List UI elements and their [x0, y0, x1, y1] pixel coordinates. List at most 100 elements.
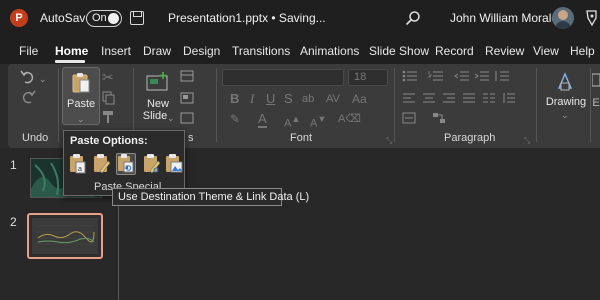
reset-icon[interactable] [180, 92, 194, 104]
autosave-label: AutoSave [40, 11, 93, 25]
new-slide-dropdown-chevron-icon[interactable]: ⌄ [167, 111, 175, 125]
tab-review[interactable]: Review [485, 44, 524, 58]
active-tab-indicator [55, 60, 85, 63]
new-slide-label: New [146, 98, 169, 110]
slide-number-2: 2 [10, 215, 17, 229]
increase-indent-icon[interactable] [474, 70, 490, 82]
autosave-toggle[interactable]: On [86, 10, 122, 27]
font-name-dropdown[interactable] [222, 69, 344, 86]
use-destination-theme-link-data-icon[interactable]: a [116, 153, 136, 175]
undo-dropdown-chevron-icon[interactable]: ⌄ [39, 72, 47, 86]
cut-icon[interactable]: ✂ [102, 70, 114, 84]
section-icon[interactable] [180, 112, 194, 124]
text-direction-icon[interactable] [502, 92, 516, 104]
ribbon-tabs: File Home Insert Draw Design Transitions… [0, 38, 600, 64]
font-size-dropdown[interactable]: 18 [348, 69, 388, 86]
tooltip: Use Destination Theme & Link Data (L) [112, 188, 309, 206]
line-spacing-icon[interactable] [494, 70, 510, 82]
tab-view[interactable]: View [533, 44, 559, 58]
font-dialog-launcher-icon[interactable]: ⤡ [386, 134, 392, 148]
save-icon[interactable] [130, 11, 144, 25]
format-painter-icon[interactable] [102, 110, 116, 124]
tab-home[interactable]: Home [55, 44, 88, 58]
tab-file[interactable]: File [19, 44, 38, 58]
justify-icon[interactable] [462, 92, 476, 104]
keep-source-formatting-paste-icon[interactable] [92, 153, 112, 175]
columns-icon[interactable] [482, 92, 496, 104]
change-case-icon[interactable]: Aa [352, 92, 367, 106]
document-title[interactable]: Presentation1.pptx • Saving... [168, 11, 326, 25]
align-center-icon[interactable] [422, 92, 436, 104]
character-spacing-icon[interactable]: AV [326, 92, 340, 106]
drawing-dropdown-chevron-icon[interactable]: ⌄ [561, 108, 569, 122]
tab-help[interactable]: Help [570, 44, 595, 58]
undo-group-label: Undo [22, 132, 49, 144]
clipboard-icon [71, 72, 91, 94]
avatar[interactable] [552, 7, 574, 29]
powerpoint-logo-icon: P [10, 9, 28, 27]
highlight-icon[interactable]: ✎ [230, 112, 240, 126]
strikethrough-icon[interactable]: S [284, 92, 293, 106]
bold-icon[interactable]: B [230, 92, 239, 106]
new-slide-icon[interactable] [146, 72, 170, 92]
slide-thumbnail-2[interactable] [27, 213, 103, 259]
drawing-shapes-icon[interactable] [556, 72, 574, 92]
tab-animations[interactable]: Animations [300, 44, 359, 58]
underline-icon[interactable]: U [266, 92, 275, 106]
tab-draw[interactable]: Draw [143, 44, 171, 58]
clear-formatting-icon[interactable]: A⌫ [338, 112, 361, 126]
ribbon-divider [536, 68, 537, 142]
ribbon-divider [590, 68, 591, 142]
layout-icon[interactable] [180, 70, 194, 82]
smartart-icon[interactable] [432, 112, 446, 124]
decrease-font-icon[interactable]: A▼ [310, 112, 326, 131]
ribbon-divider [216, 68, 217, 142]
tab-design[interactable]: Design [183, 44, 220, 58]
pen-icon[interactable] [584, 9, 600, 27]
numbering-icon[interactable] [428, 70, 446, 82]
slide-2-preview [32, 218, 98, 254]
slide-number-1: 1 [10, 158, 17, 172]
shadow-icon[interactable]: ab [302, 92, 314, 106]
redo-icon[interactable] [20, 90, 36, 104]
copy-icon[interactable] [102, 91, 116, 105]
align-left-icon[interactable] [402, 92, 416, 104]
paste-label: Paste [67, 98, 96, 110]
use-destination-theme-paste-icon[interactable]: a [68, 153, 88, 175]
ribbon-divider [394, 68, 395, 142]
new-slide-label-2: Slide [142, 110, 168, 122]
keep-source-link-data-icon[interactable] [142, 153, 162, 175]
powerpoint-window: P AutoSave On Presentation1.pptx • Savin… [0, 0, 600, 300]
align-text-icon[interactable] [402, 112, 416, 124]
svg-text:a: a [78, 166, 82, 173]
paste-options-title: Paste Options: [70, 135, 148, 147]
tab-transitions[interactable]: Transitions [232, 44, 290, 58]
decrease-indent-icon[interactable] [454, 70, 470, 82]
tab-slide-show[interactable]: Slide Show [369, 44, 429, 58]
paste-options-popup: Paste Options: a a Paste Special... [63, 130, 185, 196]
font-color-icon[interactable]: A [258, 112, 267, 128]
increase-font-icon[interactable]: A▲ [284, 112, 300, 131]
align-right-icon[interactable] [442, 92, 456, 104]
bullets-icon[interactable] [402, 70, 420, 82]
autosave-state: On [92, 12, 107, 24]
tab-record[interactable]: Record [435, 44, 474, 58]
paragraph-dialog-launcher-icon[interactable]: ⤡ [524, 134, 530, 148]
italic-icon[interactable]: I [250, 92, 254, 106]
title-bar: P AutoSave On Presentation1.pptx • Savin… [0, 0, 600, 38]
slides-group-label: s [188, 132, 194, 144]
user-name[interactable]: John William Morales [450, 11, 564, 25]
ribbon-divider [58, 68, 59, 142]
font-size-value: 18 [354, 71, 367, 83]
paste-dropdown-chevron-icon[interactable]: ⌄ [77, 112, 85, 126]
font-group-label: Font [290, 132, 313, 144]
tab-insert[interactable]: Insert [101, 44, 131, 58]
search-icon[interactable] [405, 10, 421, 26]
undo-icon[interactable] [20, 70, 36, 84]
paste-as-picture-icon[interactable] [164, 153, 184, 175]
toggle-knob [108, 13, 119, 24]
drawing-label[interactable]: Drawing [544, 96, 588, 108]
editing-label-partial[interactable]: E [592, 97, 600, 109]
paragraph-group-label: Paragraph [444, 132, 496, 144]
editing-icon[interactable] [592, 72, 600, 88]
